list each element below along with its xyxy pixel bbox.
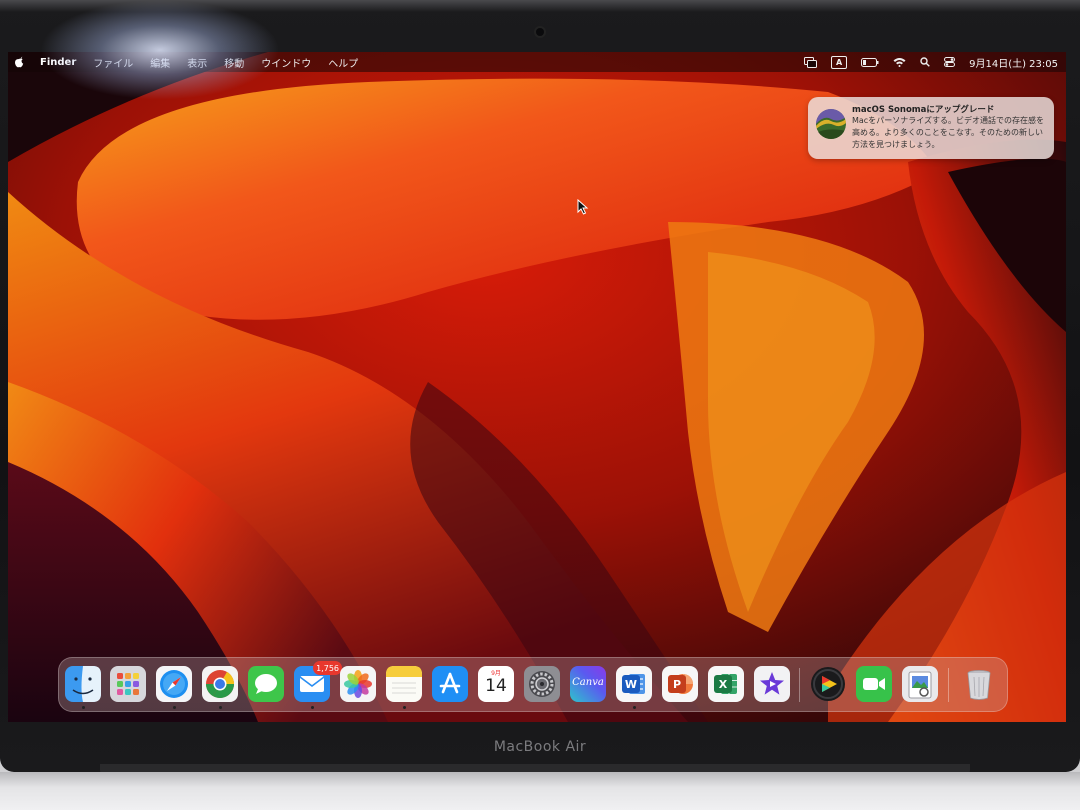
wifi-icon[interactable] [893, 57, 906, 67]
notification-body: Macをパーソナライズする。ビデオ通話での存在感を高める。より多くのことをこなす… [852, 116, 1044, 149]
menu-go[interactable]: 移動 [224, 55, 244, 70]
menu-help[interactable]: ヘルプ [328, 55, 358, 70]
app-store-icon [432, 666, 468, 702]
notification-title: macOS Sonomaにアップグレード [852, 105, 995, 115]
running-indicator [633, 706, 636, 709]
running-indicator [173, 706, 176, 709]
running-indicator [311, 706, 314, 709]
menu-file[interactable]: ファイル [93, 55, 133, 70]
dock-chrome[interactable] [202, 666, 238, 702]
dock-excel[interactable]: X [708, 666, 744, 702]
calendar-day: 14 [485, 676, 507, 696]
mail-badge: 1,756 [313, 661, 342, 675]
dock-facetime[interactable] [856, 666, 892, 702]
dock-messages[interactable] [248, 666, 284, 702]
system-settings-icon [524, 666, 560, 702]
device-label: MacBook Air [493, 739, 587, 755]
dock-word[interactable]: W [616, 666, 652, 702]
dock-imovie[interactable] [754, 666, 790, 702]
safari-icon [156, 666, 192, 702]
running-indicator [403, 706, 406, 709]
photos-icon [340, 666, 376, 702]
menu-app-name[interactable]: Finder [40, 57, 76, 68]
dock-canva[interactable]: Canva [570, 666, 606, 702]
dock-trash[interactable] [961, 666, 997, 702]
dock: 1,756 9月 14 Canva W P X [58, 657, 1008, 712]
menu-edit[interactable]: 編集 [150, 55, 170, 70]
dock-calendar[interactable]: 9月 14 [478, 666, 514, 702]
screen: Finder ファイル 編集 表示 移動 ウインドウ ヘルプ A 9月14日(土… [8, 52, 1066, 722]
preview-icon [902, 666, 938, 702]
dock-separator [948, 668, 949, 702]
menu-clock[interactable]: 9月14日(土) 23:05 [969, 55, 1058, 70]
menu-window[interactable]: ウインドウ [261, 55, 311, 70]
chrome-icon [202, 666, 238, 702]
canva-label: Canva [572, 677, 604, 688]
final-cut-icon [811, 667, 845, 701]
control-center-icon[interactable] [944, 57, 956, 67]
dock-preview[interactable] [902, 666, 938, 702]
excel-letter: X [714, 675, 732, 693]
macos-sonoma-icon [816, 109, 846, 139]
dock-photos[interactable] [340, 666, 376, 702]
menu-bar: Finder ファイル 編集 表示 移動 ウインドウ ヘルプ A 9月14日(土… [8, 52, 1066, 72]
battery-icon[interactable] [861, 57, 879, 67]
running-indicator [82, 706, 85, 709]
spotlight-search-icon[interactable] [920, 57, 930, 67]
apple-menu-icon[interactable] [14, 55, 28, 69]
dock-launchpad[interactable] [110, 666, 146, 702]
dock-system-settings[interactable] [524, 666, 560, 702]
dock-safari[interactable] [156, 666, 192, 702]
word-letter: W [622, 675, 640, 693]
facetime-icon [856, 666, 892, 702]
status-area: A 9月14日(土) 23:05 [790, 52, 1058, 72]
powerpoint-letter: P [668, 675, 686, 693]
dock-powerpoint[interactable]: P [662, 666, 698, 702]
dock-finder[interactable] [65, 666, 101, 702]
laptop-base [0, 772, 1080, 810]
notes-icon [386, 666, 422, 702]
trash-icon [967, 670, 991, 700]
dock-separator [799, 668, 800, 702]
menu-view[interactable]: 表示 [187, 55, 207, 70]
upgrade-notification[interactable]: macOS Sonomaにアップグレード Macをパーソナライズする。ビデオ通話… [808, 97, 1054, 159]
dock-mail[interactable]: 1,756 [294, 661, 342, 702]
dock-app-store[interactable] [432, 666, 468, 702]
imovie-icon [754, 666, 790, 702]
dock-final-cut[interactable] [810, 666, 846, 702]
launchpad-icon [110, 666, 146, 702]
input-source-icon[interactable]: A [831, 55, 848, 69]
messages-icon [248, 666, 284, 702]
bezel-edge [0, 0, 1080, 12]
dock-notes[interactable] [386, 666, 422, 702]
finder-icon [65, 666, 101, 702]
mouse-pointer-icon [577, 199, 589, 215]
camera [536, 28, 544, 36]
running-indicator [219, 706, 222, 709]
screen-mirroring-icon[interactable] [804, 56, 818, 68]
input-source-label: A [831, 55, 848, 69]
